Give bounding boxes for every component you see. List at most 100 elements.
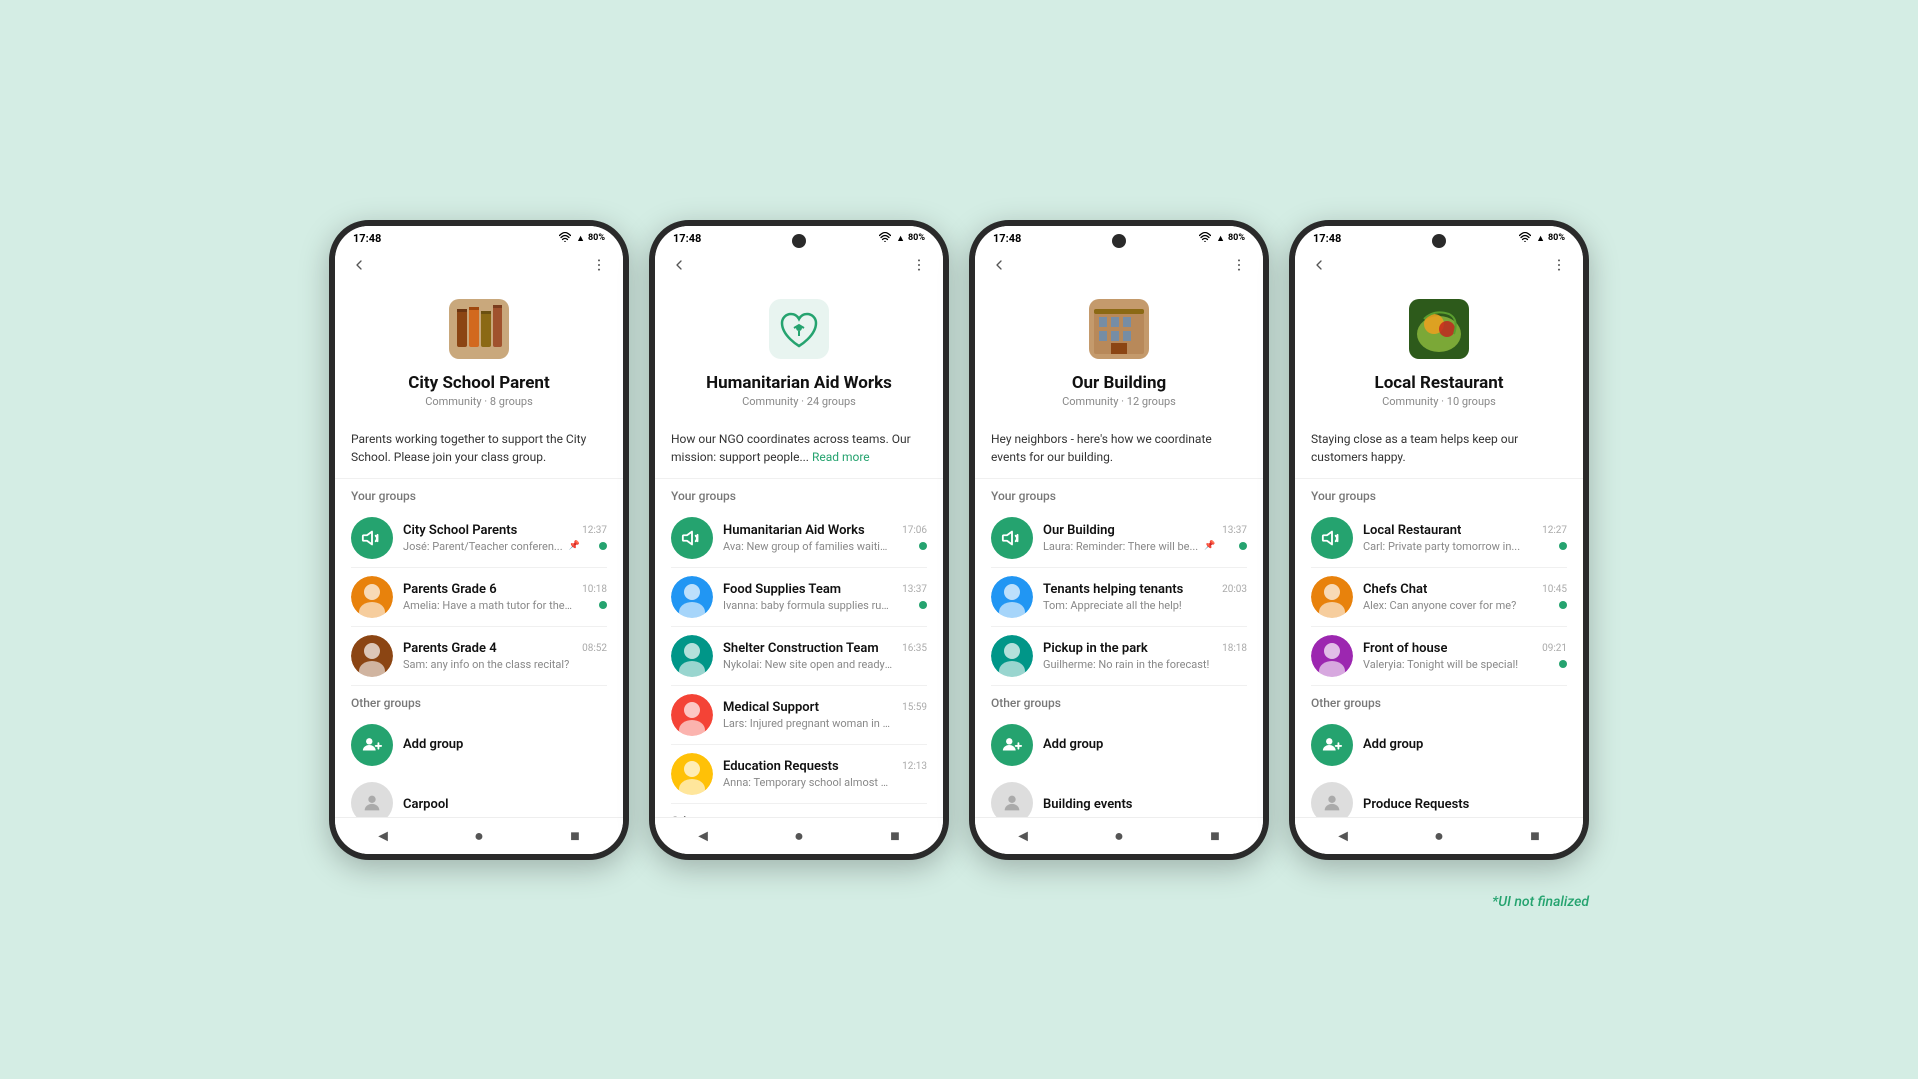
group-item[interactable]: Tenants helping tenants 20:03 Tom: Appre… xyxy=(975,568,1263,626)
group-item[interactable]: Parents Grade 4 08:52 Sam: any info on t… xyxy=(335,627,623,685)
group-time: 09:21 xyxy=(1542,643,1567,654)
wifi-icon xyxy=(1199,232,1211,245)
group-item[interactable]: Local Restaurant 12:27 Carl: Private par… xyxy=(1295,509,1583,567)
unread-dot xyxy=(1559,601,1567,609)
group-info: Local Restaurant 12:27 Carl: Private par… xyxy=(1363,523,1567,553)
group-preview: Ava: New group of families waiting ... xyxy=(723,540,893,553)
battery-icon: 80% xyxy=(908,233,925,243)
scroll-content[interactable]: Your groups Humanitarian Aid Works 17:06… xyxy=(655,479,943,817)
group-name: Humanitarian Aid Works xyxy=(723,523,865,538)
more-options-button[interactable] xyxy=(907,257,931,277)
other-group-item[interactable]: Produce Requests xyxy=(1295,774,1583,817)
group-name: Parents Grade 6 xyxy=(403,582,497,597)
group-info: City School Parents 12:37 José: Parent/T… xyxy=(403,523,607,553)
group-item[interactable]: Humanitarian Aid Works 17:06 Ava: New gr… xyxy=(655,509,943,567)
status-icons: ▲ 80% xyxy=(559,232,605,245)
add-group-label: Add group xyxy=(1043,737,1103,752)
group-item[interactable]: Chefs Chat 10:45 Alex: Can anyone cover … xyxy=(1295,568,1583,626)
home-nav-icon[interactable]: ● xyxy=(1104,826,1134,846)
group-item[interactable]: Medical Support 15:59 Lars: Injured preg… xyxy=(655,686,943,744)
group-time: 10:45 xyxy=(1542,584,1567,595)
home-nav-icon[interactable]: ● xyxy=(784,826,814,846)
unread-dot xyxy=(919,542,927,550)
back-button[interactable] xyxy=(347,257,371,277)
group-preview: Lars: Injured pregnant woman in need... xyxy=(723,717,893,730)
scroll-content[interactable]: Your groups City School Parents 12:37 Jo… xyxy=(335,479,623,817)
battery-icon: 80% xyxy=(1228,233,1245,243)
description-section: Parents working together to support the … xyxy=(335,420,623,479)
nav-bar: ◄ ● ■ xyxy=(1295,817,1583,854)
group-name: Medical Support xyxy=(723,700,819,715)
community-profile: City School Parent Community · 8 groups xyxy=(335,285,623,420)
group-info: Food Supplies Team 13:37 Ivanna: baby fo… xyxy=(723,582,927,612)
recents-nav-icon[interactable]: ■ xyxy=(560,826,590,846)
camera-notch xyxy=(792,234,806,248)
camera-notch xyxy=(1112,234,1126,248)
description-section: Hey neighbors - here's how we coordinate… xyxy=(975,420,1263,479)
description-text: Staying close as a team helps keep our c… xyxy=(1311,430,1567,466)
app-header xyxy=(1295,249,1583,285)
add-group-icon xyxy=(991,724,1033,766)
group-time: 10:18 xyxy=(582,584,607,595)
back-nav-icon[interactable]: ◄ xyxy=(368,826,398,846)
group-preview: Sam: any info on the class recital? xyxy=(403,658,569,671)
more-options-button[interactable] xyxy=(587,257,611,277)
more-options-button[interactable] xyxy=(1547,257,1571,277)
group-info: Front of house 09:21 Valeryia: Tonight w… xyxy=(1363,641,1567,671)
recents-nav-icon[interactable]: ■ xyxy=(1520,826,1550,846)
group-name-inactive: Building events xyxy=(1043,797,1133,812)
group-avatar xyxy=(991,635,1033,677)
home-nav-icon[interactable]: ● xyxy=(464,826,494,846)
community-meta: Community · 24 groups xyxy=(742,395,856,408)
group-info: Produce Requests xyxy=(1363,793,1567,812)
group-info: Our Building 13:37 Laura: Reminder: Ther… xyxy=(1043,523,1247,553)
add-group-button[interactable]: Add group xyxy=(975,716,1263,774)
signal-icon: ▲ xyxy=(896,233,905,244)
group-avatar xyxy=(351,635,393,677)
scroll-content[interactable]: Your groups Our Building 13:37 Laura: Re… xyxy=(975,479,1263,817)
community-name: City School Parent xyxy=(408,373,549,393)
add-group-button[interactable]: Add group xyxy=(1295,716,1583,774)
group-item[interactable]: Our Building 13:37 Laura: Reminder: Ther… xyxy=(975,509,1263,567)
group-item[interactable]: Shelter Construction Team 16:35 Nykolai:… xyxy=(655,627,943,685)
recents-nav-icon[interactable]: ■ xyxy=(1200,826,1230,846)
back-button[interactable] xyxy=(987,257,1011,277)
group-name: Front of house xyxy=(1363,641,1447,656)
back-nav-icon[interactable]: ◄ xyxy=(1008,826,1038,846)
scroll-content[interactable]: Your groups Local Restaurant 12:27 Carl:… xyxy=(1295,479,1583,817)
group-name: City School Parents xyxy=(403,523,517,538)
add-group-button[interactable]: Add group xyxy=(335,716,623,774)
unread-dot xyxy=(599,542,607,550)
description-section: How our NGO coordinates across teams. Ou… xyxy=(655,420,943,479)
recents-nav-icon[interactable]: ■ xyxy=(880,826,910,846)
group-item[interactable]: Front of house 09:21 Valeryia: Tonight w… xyxy=(1295,627,1583,685)
group-avatar xyxy=(991,517,1033,559)
back-button[interactable] xyxy=(667,257,691,277)
group-item[interactable]: Parents Grade 6 10:18 Amelia: Have a mat… xyxy=(335,568,623,626)
more-options-button[interactable] xyxy=(1227,257,1251,277)
group-time: 16:35 xyxy=(902,643,927,654)
read-more-link[interactable]: Read more xyxy=(812,450,870,464)
group-name: Education Requests xyxy=(723,759,839,774)
page-container: 17:48 ▲ 80% xyxy=(329,220,1589,860)
app-header xyxy=(335,249,623,285)
group-avatar-inactive xyxy=(351,782,393,817)
back-button[interactable] xyxy=(1307,257,1331,277)
group-item[interactable]: Food Supplies Team 13:37 Ivanna: baby fo… xyxy=(655,568,943,626)
group-info: Chefs Chat 10:45 Alex: Can anyone cover … xyxy=(1363,582,1567,612)
add-group-icon xyxy=(351,724,393,766)
other-groups-label: Other groups xyxy=(975,686,1263,716)
group-info: Carpool xyxy=(403,793,607,812)
group-item[interactable]: Education Requests 12:13 Anna: Temporary… xyxy=(655,745,943,803)
description-text: How our NGO coordinates across teams. Ou… xyxy=(671,430,927,466)
back-nav-icon[interactable]: ◄ xyxy=(1328,826,1358,846)
home-nav-icon[interactable]: ● xyxy=(1424,826,1454,846)
other-group-item[interactable]: Carpool xyxy=(335,774,623,817)
group-item[interactable]: Pickup in the park 18:18 Guilherme: No r… xyxy=(975,627,1263,685)
other-group-item[interactable]: Building events xyxy=(975,774,1263,817)
description-section: Staying close as a team helps keep our c… xyxy=(1295,420,1583,479)
phone-phone-2: 17:48 ▲ 80% xyxy=(649,220,949,860)
back-nav-icon[interactable]: ◄ xyxy=(688,826,718,846)
group-item[interactable]: City School Parents 12:37 José: Parent/T… xyxy=(335,509,623,567)
camera-notch xyxy=(1432,234,1446,248)
